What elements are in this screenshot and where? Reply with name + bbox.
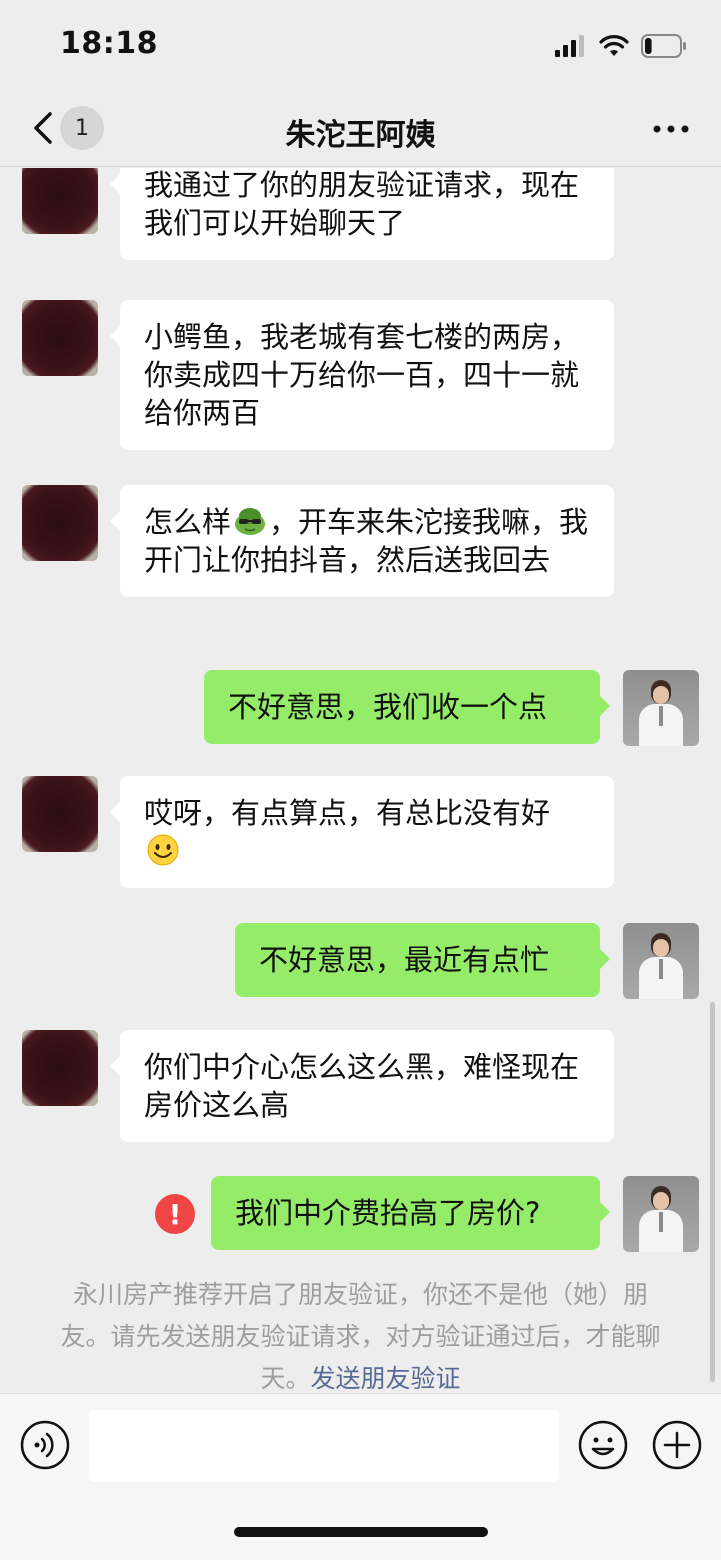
message-bubble[interactable]: 哎呀，有点算点，有总比没有好 — [110, 776, 614, 888]
self-avatar[interactable] — [623, 923, 699, 999]
message-bubble[interactable]: 小鳄鱼，我老城有套七楼的两房，你卖成四十万给你一百，四十一就给你两百 — [110, 300, 614, 450]
message-bubble-self[interactable]: 我们中介费抬高了房价? — [211, 1176, 610, 1250]
voice-icon[interactable] — [20, 1420, 70, 1470]
status-bar: 18:18 — [0, 0, 721, 92]
emoji-icon[interactable] — [578, 1420, 628, 1470]
self-avatar[interactable] — [623, 1176, 699, 1252]
message-list[interactable]: 我通过了你的朋友验证请求，现在我们可以开始聊天了 小鳄鱼，我老城有套七楼的两房，… — [0, 168, 721, 1393]
chat-title: 朱沱王阿姨 — [285, 118, 436, 153]
message-bubble-self[interactable]: 不好意思，我们收一个点 — [204, 670, 610, 744]
message-input[interactable] — [89, 1410, 559, 1482]
home-indicator — [234, 1527, 488, 1537]
contact-avatar[interactable] — [22, 300, 98, 376]
self-avatar[interactable] — [623, 670, 699, 746]
send-failed-icon[interactable]: ! — [155, 1194, 195, 1234]
message-bubble[interactable]: 我通过了你的朋友验证请求，现在我们可以开始聊天了 — [110, 168, 614, 260]
input-bar — [0, 1393, 721, 1560]
message-text: 怎么样 — [144, 505, 232, 539]
message-text: 哎呀，有点算点，有总比没有好 — [144, 796, 551, 830]
more-icon[interactable] — [651, 114, 691, 144]
send-friend-verification-link[interactable]: 发送朋友验证 — [311, 1364, 461, 1393]
contact-avatar[interactable] — [22, 776, 98, 852]
contact-avatar[interactable] — [22, 1030, 98, 1106]
message-bubble[interactable]: 你们中介心怎么这么黑，难怪现在房价这么高 — [110, 1030, 614, 1142]
status-time: 18:18 — [60, 26, 158, 61]
scrollbar[interactable] — [710, 1002, 715, 1382]
plus-icon[interactable] — [652, 1420, 702, 1470]
message-bubble-self[interactable]: 不好意思，最近有点忙 — [235, 923, 610, 997]
battery-icon — [641, 34, 686, 58]
contact-avatar[interactable] — [22, 168, 98, 234]
wifi-icon — [599, 35, 629, 56]
smile-emoji — [147, 834, 179, 866]
contact-avatar[interactable] — [22, 485, 98, 561]
turtle-sunglasses-emoji — [235, 508, 266, 535]
chat-header: 1 朱沱王阿姨 — [0, 92, 721, 167]
status-icons — [555, 32, 687, 60]
message-bubble[interactable]: 怎么样 ，开车来朱沱接我嘛，我开门让你拍抖音，然后送我回去 — [110, 485, 614, 597]
system-notice: 永川房产推荐开启了朋友验证，你还不是他（她）朋友。请先发送朋友验证请求，对方验证… — [50, 1274, 671, 1393]
signal-icon — [555, 35, 584, 57]
